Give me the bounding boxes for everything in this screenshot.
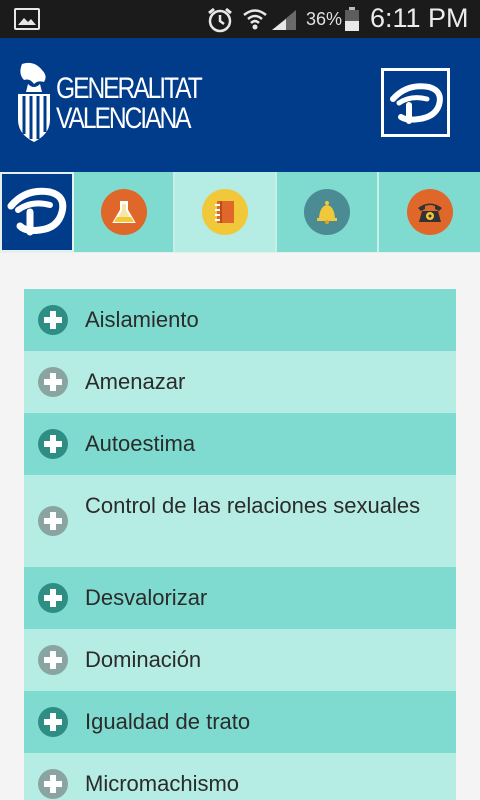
tab-home[interactable] [0,172,74,252]
tab-bar [0,172,480,253]
list-item[interactable]: Amenazar [24,351,456,413]
brand-logo-icon [7,187,67,236]
brand-logo-button[interactable] [381,68,450,137]
bell-icon [304,189,350,235]
expand-plus-icon [38,506,68,536]
topic-list: Aislamiento Amenazar Autoestima Control … [24,289,456,800]
flask-icon [100,189,147,235]
battery-percent: 36% [306,9,343,29]
list-item-label: Control de las relaciones sexuales [85,493,421,518]
brand-logo-icon [389,82,443,124]
list-item-label: Aislamiento [85,307,199,332]
battery-icon [345,7,359,31]
signal-icon [272,10,296,30]
status-bar: 36% 6:11 PM [0,0,480,38]
list-item[interactable]: Igualdad de trato [24,691,456,753]
list-item-label: Micromachismo [85,771,240,796]
list-item-label: Autoestima [85,431,196,456]
expand-plus-icon [38,429,68,459]
alarm-icon [208,7,232,33]
tab-notebook[interactable] [175,172,277,252]
expand-plus-icon [38,583,68,613]
coat-of-arms-icon [18,62,50,142]
list-item-label: Desvalorizar [85,585,208,610]
expand-plus-icon [38,707,68,737]
list-item[interactable]: Autoestima [24,413,456,475]
phone-icon [406,189,453,235]
list-item[interactable]: Desvalorizar [24,567,456,629]
image-icon [14,8,40,30]
tab-phone[interactable] [379,172,480,252]
expand-plus-icon [38,367,68,397]
expand-plus-icon [38,645,68,675]
list-item[interactable]: Micromachismo [24,753,456,800]
tab-flask[interactable] [74,172,175,252]
logo-text: GENERALITAT VALENCIANA [56,72,203,135]
list-item-label: Amenazar [85,369,186,394]
list-item-label: Dominación [85,647,202,672]
list-item[interactable]: Control de las relaciones sexuales [24,475,456,567]
logo-line-2: VALENCIANA [56,102,192,135]
expand-plus-icon [38,305,68,335]
expand-plus-icon [38,769,68,799]
tab-bell[interactable] [277,172,379,252]
logo-line-1: GENERALITAT [56,72,203,105]
list-item[interactable]: Dominación [24,629,456,691]
list-item[interactable]: Aislamiento [24,289,456,351]
list-item-label: Igualdad de trato [85,709,251,734]
clock: 6:11 PM [370,3,469,33]
wifi-icon [243,9,267,30]
app-header: GENERALITAT VALENCIANA [0,38,480,172]
generalitat-logo: GENERALITAT VALENCIANA [14,62,204,146]
notebook-icon [202,189,248,235]
